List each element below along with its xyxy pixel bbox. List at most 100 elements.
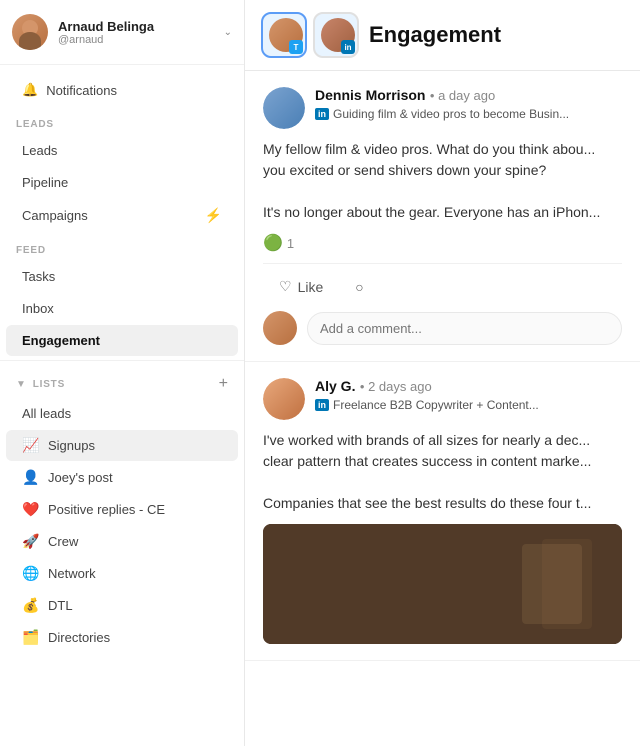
dtl-label: DTL — [48, 598, 222, 613]
network-label: Network — [48, 566, 222, 581]
inbox-label: Inbox — [22, 301, 54, 316]
twitter-badge: T — [289, 40, 303, 54]
main-header: T in Engagement — [245, 0, 640, 71]
leads-label: Leads — [22, 143, 57, 158]
comment-area-dennis — [263, 311, 622, 345]
reaction-emoji: 🟢 — [263, 233, 283, 253]
linkedin-post2-badge: in — [315, 399, 329, 411]
post-subtitle-aly: in Freelance B2B Copywriter + Content... — [315, 398, 622, 412]
campaigns-label: Campaigns — [22, 208, 88, 223]
nav-item-engagement[interactable]: Engagement — [6, 325, 238, 356]
post-body-dennis: My fellow film & video pros. What do you… — [263, 139, 622, 223]
like-button[interactable]: ♡ Like — [263, 272, 339, 301]
lists-section-header: ▼ LISTS + — [0, 365, 244, 397]
engagement-label: Engagement — [22, 333, 100, 348]
linkedin-badge: in — [341, 40, 355, 54]
post-card-dennis: Dennis Morrison • a day ago in Guiding f… — [245, 71, 640, 362]
list-item-crew[interactable]: 🚀 Crew — [6, 526, 238, 557]
profile-picture-buttons: T in — [261, 12, 359, 58]
post-body-aly-line1: I've worked with brands of all sizes for… — [263, 430, 622, 451]
feed-section-label: FEED — [0, 233, 244, 260]
heart-icon: ♡ — [279, 278, 292, 295]
chevron-down-icon[interactable]: ⌄ — [224, 27, 232, 38]
linkedin-post-badge: in — [315, 108, 329, 120]
sidebar: Arnaud Belinga @arnaud ⌄ 🔔 Notifications… — [0, 0, 245, 746]
directories-label: Directories — [48, 630, 222, 645]
nav-item-all-leads[interactable]: All leads — [6, 398, 238, 429]
post-header-aly: Aly G. • 2 days ago in Freelance B2B Cop… — [263, 378, 622, 420]
post-author-aly: Aly G. — [315, 378, 355, 394]
positive-replies-label: Positive replies - CE — [48, 502, 222, 517]
post-meta-dennis: Dennis Morrison • a day ago in Guiding f… — [315, 87, 622, 121]
signups-label: Signups — [48, 438, 222, 453]
crew-label: Crew — [48, 534, 222, 549]
joeys-post-icon: 👤 — [22, 469, 40, 486]
post-subtitle-text: Guiding film & video pros to become Busi… — [333, 107, 569, 121]
pipeline-label: Pipeline — [22, 175, 68, 190]
campaigns-row: Campaigns ⚡ — [22, 207, 222, 224]
leads-section-label: LEADS — [0, 107, 244, 134]
lists-section-label: ▼ LISTS — [16, 379, 65, 390]
comment-avatar — [263, 311, 297, 345]
add-list-button[interactable]: + — [219, 375, 228, 393]
post-body-aly-line3: Companies that see the best results do t… — [263, 493, 622, 514]
post-actions-dennis: ♡ Like ○ — [263, 263, 622, 301]
post-meta-aly: Aly G. • 2 days ago in Freelance B2B Cop… — [315, 378, 622, 412]
comment-icon: ○ — [355, 279, 363, 295]
post-time-aly: • 2 days ago — [360, 379, 432, 394]
user-handle: @arnaud — [58, 34, 154, 46]
post-subtitle-dennis: in Guiding film & video pros to become B… — [315, 107, 622, 121]
reaction-count: 1 — [287, 236, 294, 251]
notifications-label: Notifications — [46, 83, 117, 98]
directories-icon: 🗂️ — [22, 629, 40, 646]
user-info: Arnaud Belinga @arnaud — [58, 19, 154, 46]
list-item-positive-replies[interactable]: ❤️ Positive replies - CE — [6, 494, 238, 525]
comment-button[interactable]: ○ — [339, 273, 379, 301]
post-image-aly — [263, 524, 622, 644]
post-subtitle-text-aly: Freelance B2B Copywriter + Content... — [333, 398, 539, 412]
post-card-aly: Aly G. • 2 days ago in Freelance B2B Cop… — [245, 362, 640, 661]
sidebar-header: Arnaud Belinga @arnaud ⌄ — [0, 0, 244, 65]
joeys-post-label: Joey's post — [48, 470, 183, 485]
page-title: Engagement — [369, 22, 501, 48]
signups-icon: 📈 — [22, 437, 40, 454]
profile-pic-linkedin[interactable]: in — [313, 12, 359, 58]
nav-item-tasks[interactable]: Tasks — [6, 261, 238, 292]
sidebar-navigation: 🔔 Notifications LEADS Leads Pipeline Cam… — [0, 65, 244, 746]
nav-item-leads[interactable]: Leads — [6, 135, 238, 166]
list-item-signups[interactable]: 📈 Signups — [6, 430, 238, 461]
list-item-joeys-post[interactable]: 👤 Joey's post ⠿ ⋮ — [6, 462, 238, 493]
post-body-line1: My fellow film & video pros. What do you… — [263, 139, 622, 160]
network-icon: 🌐 — [22, 565, 40, 582]
all-leads-label: All leads — [22, 406, 71, 421]
post-body-line2: you excited or send shivers down your sp… — [263, 160, 622, 181]
nav-item-inbox[interactable]: Inbox — [6, 293, 238, 324]
lists-toggle-icon[interactable]: ▼ — [16, 379, 27, 390]
profile-pic-twitter[interactable]: T — [261, 12, 307, 58]
main-content: T in Engagement Dennis Morrison — [245, 0, 640, 746]
tasks-label: Tasks — [22, 269, 55, 284]
lists-label: LISTS — [33, 379, 65, 390]
nav-item-pipeline[interactable]: Pipeline — [6, 167, 238, 198]
post-avatar-aly — [263, 378, 305, 420]
nav-item-notifications[interactable]: 🔔 Notifications — [6, 74, 238, 106]
user-profile[interactable]: Arnaud Belinga @arnaud — [12, 14, 154, 50]
lightning-icon: ⚡ — [205, 207, 222, 224]
comment-input[interactable] — [307, 312, 622, 345]
avatar — [12, 14, 48, 50]
post-body-aly: I've worked with brands of all sizes for… — [263, 430, 622, 514]
list-item-network[interactable]: 🌐 Network — [6, 558, 238, 589]
user-name: Arnaud Belinga — [58, 19, 154, 34]
like-label: Like — [298, 279, 324, 295]
list-item-dtl[interactable]: 💰 DTL — [6, 590, 238, 621]
divider — [0, 360, 244, 361]
post-avatar-dennis — [263, 87, 305, 129]
post-body-aly-line2: clear pattern that creates success in co… — [263, 451, 622, 472]
bell-icon: 🔔 — [22, 82, 38, 98]
post-time-dennis: • a day ago — [430, 88, 495, 103]
feed: Dennis Morrison • a day ago in Guiding f… — [245, 71, 640, 746]
nav-item-campaigns[interactable]: Campaigns ⚡ — [6, 199, 238, 232]
crew-icon: 🚀 — [22, 533, 40, 550]
list-item-directories[interactable]: 🗂️ Directories — [6, 622, 238, 653]
dtl-icon: 💰 — [22, 597, 40, 614]
